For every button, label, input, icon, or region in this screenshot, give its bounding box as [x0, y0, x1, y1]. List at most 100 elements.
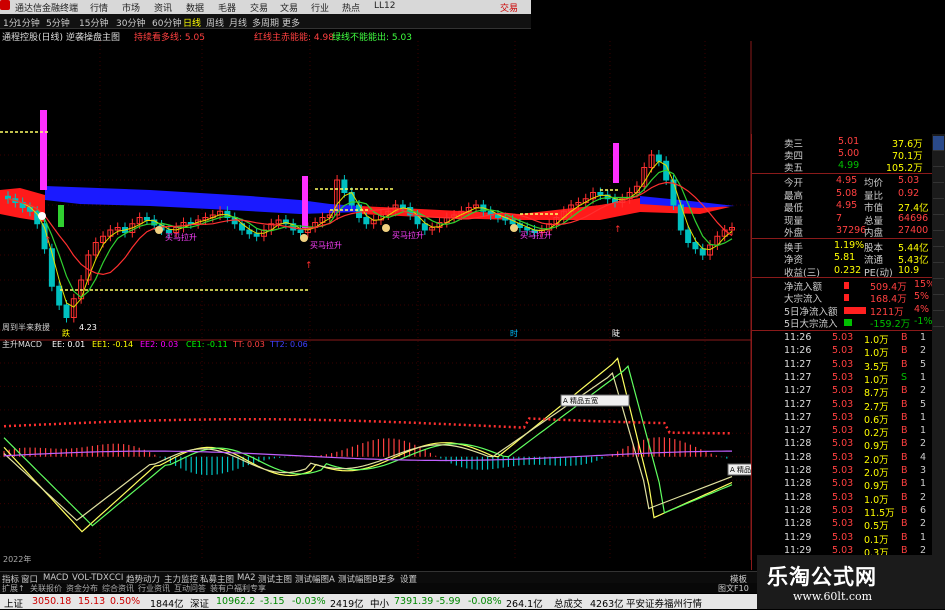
macd-line	[3, 417, 732, 435]
stat-row: 最低 4.95 市值 27.4亿	[752, 200, 932, 214]
ext-tab[interactable]: 装有户福利专享	[210, 583, 266, 594]
tick-volume: 3.5万	[864, 361, 889, 373]
sidebar-button[interactable]	[933, 216, 944, 231]
ext-tab[interactable]: 扩展↑	[2, 583, 25, 594]
tick-side: B	[901, 478, 908, 490]
indicator-tab[interactable]: CCI	[109, 573, 123, 583]
ext-tab[interactable]: 资金分布	[66, 583, 98, 594]
period-tab-active[interactable]: 日线	[183, 16, 201, 29]
ratio-value: 5.81	[834, 252, 856, 264]
tick-volume: 0.5万	[864, 521, 889, 533]
ratio-value: 10.9	[898, 264, 920, 276]
menu-item[interactable]: 资讯	[154, 1, 172, 14]
sz-index-label[interactable]: 深证	[190, 596, 209, 610]
ext-tab[interactable]: 行业资讯	[138, 583, 170, 594]
stat-value: 4.95	[836, 200, 858, 212]
right-sidebar[interactable]	[932, 134, 945, 570]
sidebar-button[interactable]	[933, 232, 944, 247]
moving-average-line	[7, 160, 733, 308]
indicator-tab[interactable]: VOL-TDX	[72, 573, 109, 583]
sidebar-button[interactable]	[933, 312, 944, 327]
sell-order-row[interactable]: 卖五 4.99 105.2万	[752, 160, 932, 174]
signal-label: 买马拉升	[520, 230, 552, 240]
order-volume: 105.2万	[886, 163, 923, 174]
stat-row: 最高 5.08 量比 0.92	[752, 188, 932, 202]
menu-item[interactable]: 行情	[90, 1, 108, 14]
tick-side: B	[901, 451, 908, 463]
sidebar-button[interactable]	[933, 296, 944, 311]
menu-item[interactable]: 行业	[311, 1, 329, 14]
sh-index-change: 15.13	[78, 596, 106, 607]
menu-item[interactable]: LL12	[374, 1, 395, 11]
tick-count: 2	[920, 345, 927, 357]
sidebar-button[interactable]	[933, 264, 944, 279]
tick-count: 1	[920, 332, 927, 343]
tick-time: 11:27	[784, 371, 812, 383]
ext-tab[interactable]: 互动问答	[174, 583, 206, 594]
flow-row: 5日净流入额 1211万 4%	[752, 304, 932, 318]
period-tab[interactable]: 15分钟	[79, 16, 108, 29]
flow-row: 大宗流入 168.4万 5%	[752, 291, 932, 305]
tick-volume: 1.0万	[864, 335, 889, 346]
ratio-value: 1.19%	[834, 240, 865, 251]
sidebar-button[interactable]	[933, 280, 944, 295]
period-tab[interactable]: 60分钟	[152, 16, 181, 29]
tick-count: 3	[920, 465, 927, 476]
sidebar-button[interactable]	[933, 136, 944, 151]
period-tab[interactable]: 1分钟	[16, 16, 40, 29]
flow-row: 5日大宗流入 -159.2万 -1%	[752, 316, 933, 330]
indicator-tab[interactable]: MACD	[43, 573, 68, 583]
tick-count: 2	[920, 438, 927, 450]
sidebar-button[interactable]	[933, 152, 944, 167]
sh-index-percent: 0.50%	[110, 596, 141, 607]
sidebar-button[interactable]	[933, 184, 944, 199]
sh-index-amount: 1844亿	[150, 599, 184, 610]
menu-item[interactable]: 交易	[250, 1, 268, 14]
stat-value: 4.95	[836, 175, 858, 186]
tick-time: 11:28	[784, 491, 812, 503]
tick-side: B	[901, 531, 908, 543]
zx-index-value: 7391.39	[394, 596, 434, 607]
f10-tab[interactable]: 图文F10	[718, 583, 749, 594]
sidebar-button[interactable]	[933, 168, 944, 183]
indicator-tab[interactable]: MA2	[237, 573, 256, 583]
menu-item[interactable]: 市场	[122, 1, 140, 14]
sh-index-label[interactable]: 上证	[4, 596, 23, 610]
tick-row: 11:27 5.03 0.6万 B 1	[752, 411, 932, 426]
period-tab[interactable]: 5分钟	[46, 16, 70, 29]
menu-item[interactable]: 热点	[342, 1, 360, 14]
period-tab[interactable]: 月线	[229, 16, 247, 29]
period-tab[interactable]: 更多	[282, 16, 300, 29]
period-tab[interactable]: 30分钟	[116, 16, 145, 29]
tick-side: B	[901, 411, 908, 423]
tick-row: 11:27 5.03 8.7万 B 2	[752, 385, 932, 399]
trade-link[interactable]: 交易	[500, 1, 518, 14]
period-tab[interactable]: 多周期	[252, 16, 279, 29]
menu-item[interactable]: 数据	[186, 1, 204, 14]
marker-letter: 时	[510, 328, 518, 338]
tick-volume: 0.2万	[864, 428, 889, 440]
period-tab[interactable]: 周线	[206, 16, 224, 29]
title-bar-blank	[531, 0, 945, 14]
zx-index-label[interactable]: 中小	[370, 596, 389, 610]
tag-box-1[interactable]: A 精品五宽	[560, 394, 630, 407]
tick-time: 11:28	[784, 451, 812, 463]
sidebar-button[interactable]	[933, 200, 944, 215]
menu-item[interactable]: 毛器	[218, 1, 236, 14]
order-label: 卖五	[784, 163, 804, 174]
sub-chart-name: 主升MACD	[2, 339, 42, 349]
up-arrow-icon: ↑	[305, 261, 313, 271]
tick-volume: 1.0万	[864, 348, 889, 360]
ext-tab[interactable]: 关联报价	[30, 583, 62, 594]
tick-time: 11:27	[784, 411, 812, 423]
menu-item[interactable]: 文易	[280, 1, 298, 14]
stat-value: 37296	[836, 225, 867, 237]
tick-price: 5.03	[832, 438, 854, 450]
candle	[399, 204, 406, 208]
ext-tab[interactable]: 综合资讯	[102, 583, 134, 594]
signal-label: 买马拉升	[165, 232, 197, 242]
sidebar-button[interactable]	[933, 248, 944, 263]
marker-dot-icon	[38, 212, 46, 220]
tick-count: 1	[920, 425, 927, 437]
tick-price: 5.03	[832, 398, 854, 410]
